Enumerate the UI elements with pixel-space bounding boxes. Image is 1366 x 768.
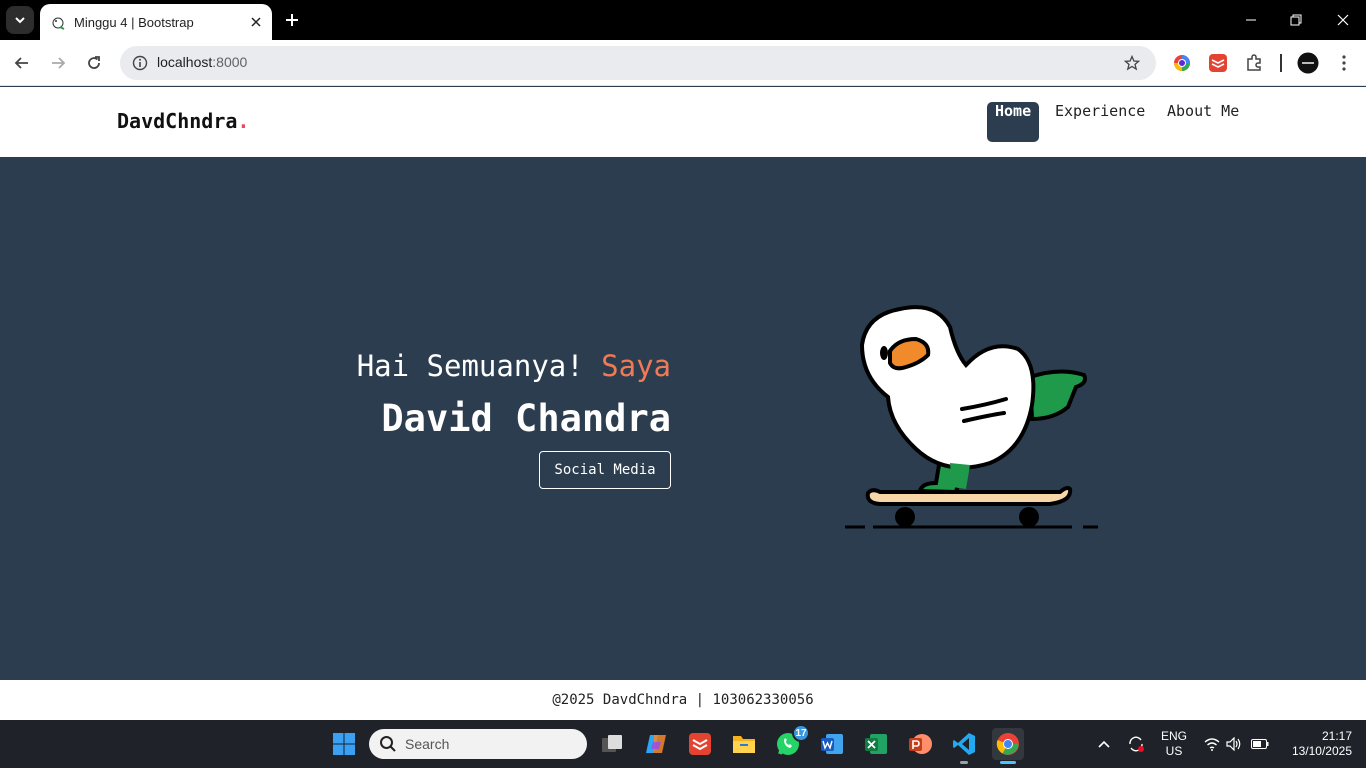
whatsapp-icon[interactable]: 17 [772, 724, 810, 760]
windows-taskbar: Search 17 ENG US 21:17 13/10/2025 [0, 720, 1366, 768]
color-extension-icon[interactable] [1170, 51, 1194, 75]
address-bar[interactable]: localhost:8000 [120, 46, 1156, 80]
minimize-icon[interactable] [1237, 6, 1265, 34]
hero-greeting-accent: Saya [601, 349, 671, 383]
browser-tab-active[interactable]: Minggu 4 | Bootstrap [40, 4, 272, 40]
brand-logo[interactable]: DavdChndra. [117, 109, 249, 133]
todoist-app-icon[interactable] [684, 728, 716, 760]
restore-icon[interactable] [1282, 6, 1310, 34]
hero-greeting: Hai Semuanya! Saya [356, 349, 671, 383]
star-icon[interactable] [1120, 51, 1144, 75]
toolbar-divider [1280, 54, 1282, 72]
word-icon[interactable] [816, 728, 848, 760]
clock[interactable]: 21:17 13/10/2025 [1280, 729, 1352, 759]
copilot-icon[interactable] [640, 728, 672, 760]
reload-icon[interactable] [80, 49, 108, 77]
window-close-icon[interactable] [1329, 6, 1357, 34]
whatsapp-badge: 17 [792, 724, 810, 742]
search-icon [380, 736, 396, 752]
profile-avatar[interactable] [1296, 51, 1320, 75]
favicon-icon [52, 17, 65, 30]
chrome-icon[interactable] [992, 728, 1024, 764]
running-indicator-focused [1000, 761, 1016, 764]
volume-icon[interactable] [1224, 734, 1244, 754]
skateboard-duck-illustration [845, 305, 1098, 529]
powerpoint-icon[interactable] [904, 728, 936, 760]
nav-experience[interactable]: Experience [1047, 102, 1153, 142]
nav-home[interactable]: Home [987, 102, 1040, 142]
task-view-icon[interactable] [596, 728, 628, 760]
chevron-down-icon [15, 17, 25, 24]
tab-title: Minggu 4 | Bootstrap [74, 14, 194, 30]
browser-toolbar: localhost:8000 [0, 40, 1366, 86]
nav-about-me[interactable]: About Me [1159, 102, 1247, 142]
tab-close-icon[interactable] [244, 10, 268, 34]
language-indicator[interactable]: ENG US [1156, 729, 1192, 759]
wifi-icon[interactable] [1202, 734, 1222, 754]
todoist-extension-icon[interactable] [1206, 51, 1230, 75]
url-text: localhost:8000 [157, 54, 248, 70]
new-tab-plus-icon[interactable] [280, 8, 304, 32]
running-indicator [960, 761, 968, 764]
back-icon[interactable] [8, 49, 36, 77]
site-footer: @2025 DavdChndra | 103062330056 [0, 680, 1366, 720]
browser-tab-strip: Minggu 4 | Bootstrap [0, 0, 1366, 40]
taskbar-search[interactable]: Search [369, 729, 587, 759]
kebab-menu-icon[interactable] [1332, 51, 1356, 75]
forward-icon[interactable] [44, 49, 72, 77]
file-explorer-icon[interactable] [728, 728, 760, 760]
show-hidden-icons-chevron[interactable] [1094, 734, 1114, 754]
site-info-icon[interactable] [128, 51, 152, 75]
hero-name: David Chandra [381, 397, 671, 440]
footer-text: @2025 DavdChndra | 103062330056 [552, 692, 814, 708]
start-button[interactable] [328, 728, 360, 760]
extensions-icon[interactable] [1242, 51, 1266, 75]
hero-section: Hai Semuanya! Saya David Chandra Social … [0, 157, 1366, 680]
vscode-icon[interactable] [948, 728, 980, 764]
site-navbar: DavdChndra. Home Experience About Me [0, 87, 1366, 157]
search-placeholder: Search [405, 736, 450, 752]
sync-icon[interactable] [1126, 734, 1146, 754]
social-media-button[interactable]: Social Media [539, 451, 671, 489]
battery-icon[interactable] [1250, 734, 1270, 754]
windows-logo-icon [333, 733, 355, 755]
excel-icon[interactable] [860, 728, 892, 760]
tab-search-button[interactable] [6, 6, 34, 34]
